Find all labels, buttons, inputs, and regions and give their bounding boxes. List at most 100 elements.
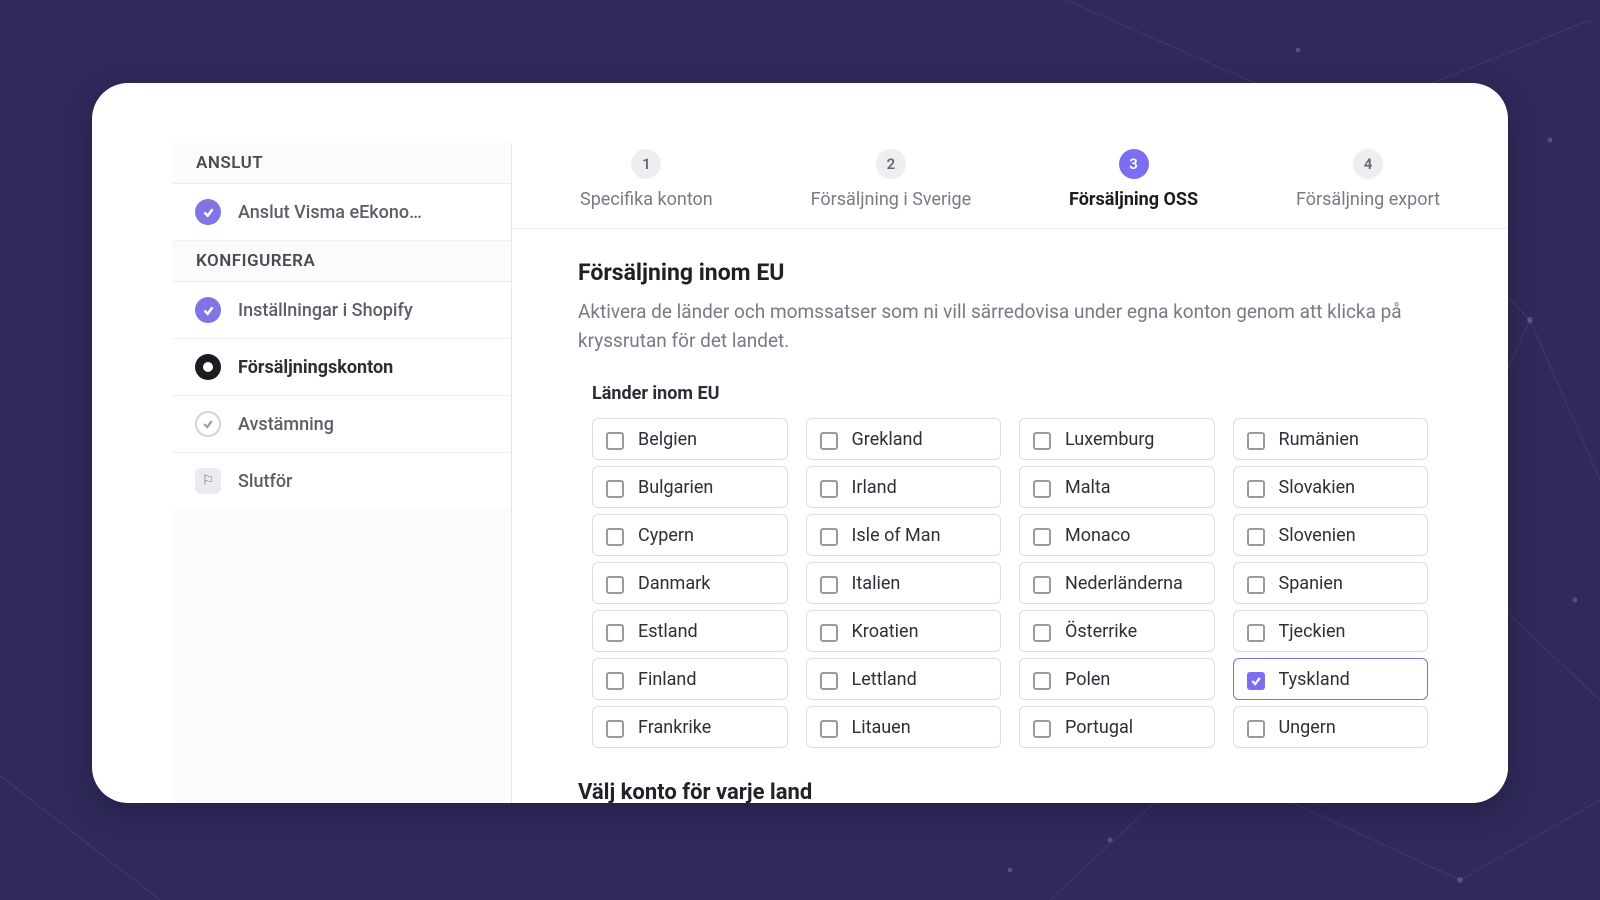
country-item[interactable]: Spanien — [1233, 562, 1429, 604]
country-label: Tyskland — [1279, 669, 1350, 690]
country-item[interactable]: Rumänien — [1233, 418, 1429, 460]
checkmark-filled-icon — [194, 296, 222, 324]
country-item[interactable]: Frankrike — [592, 706, 788, 748]
country-label: Italien — [852, 573, 901, 594]
country-label: Ungern — [1279, 717, 1336, 738]
sidebar-item-label: Försäljningskonton — [238, 357, 489, 378]
checkbox-icon — [1033, 672, 1051, 690]
country-item[interactable]: Cypern — [592, 514, 788, 556]
checkmark-filled-icon — [194, 198, 222, 226]
main-panel: 1Specifika konton 2 Försäljning i Sverige 3… — [512, 143, 1508, 803]
country-item[interactable]: Belgien — [592, 418, 788, 460]
country-item[interactable]: Slovakien — [1233, 466, 1429, 508]
checkbox-icon — [606, 528, 624, 546]
checkbox-icon — [820, 576, 838, 594]
checkbox-icon — [1033, 576, 1051, 594]
checkbox-icon — [820, 672, 838, 690]
country-label: Kroatien — [852, 621, 919, 642]
sidebar-item-avstamning[interactable]: Avstämning — [172, 396, 511, 453]
country-item[interactable]: Finland — [592, 658, 788, 700]
country-item[interactable]: Estland — [592, 610, 788, 652]
checkbox-icon — [820, 528, 838, 546]
step-number: 2 — [876, 149, 906, 179]
sidebar-item-label: Avstämning — [238, 414, 489, 435]
sidebar-section-connect: ANSLUT — [172, 143, 511, 184]
sidebar-item-forsaljningskonton[interactable]: Försäljningskonton — [172, 339, 511, 396]
checkbox-icon — [1247, 672, 1265, 690]
checkbox-icon — [820, 432, 838, 450]
sidebar-item-slutfor[interactable]: ⚐ Slutför — [172, 453, 511, 509]
country-label: Portugal — [1065, 717, 1133, 738]
country-label: Frankrike — [638, 717, 711, 738]
step-1[interactable]: 1Specifika konton — [580, 149, 713, 210]
country-item[interactable]: Luxemburg — [1019, 418, 1215, 460]
country-label: Nederländerna — [1065, 573, 1183, 594]
checkbox-icon — [606, 672, 624, 690]
sidebar-item-installningar[interactable]: Inställningar i Shopify — [172, 282, 511, 339]
checkbox-icon — [1033, 480, 1051, 498]
checkbox-icon — [606, 624, 624, 642]
country-item[interactable]: Bulgarien — [592, 466, 788, 508]
checkbox-icon — [1033, 528, 1051, 546]
country-label: Belgien — [638, 429, 697, 450]
country-item[interactable]: Litauen — [806, 706, 1002, 748]
step-label: Försäljning i Sverige — [811, 189, 972, 210]
checkbox-icon — [820, 720, 838, 738]
country-label: Litauen — [852, 717, 911, 738]
checkbox-icon — [606, 720, 624, 738]
step-number: 3 — [1119, 149, 1149, 179]
country-item[interactable]: Lettland — [806, 658, 1002, 700]
countries-label: Länder inom EU — [592, 383, 1442, 404]
step-2[interactable]: 2 Försäljning i Sverige — [811, 149, 972, 210]
country-label: Malta — [1065, 477, 1111, 498]
country-item[interactable]: Portugal — [1019, 706, 1215, 748]
checkbox-icon — [1033, 720, 1051, 738]
country-grid: Belgien Bulgarien Cypern Danmark Estland Finl… — [578, 418, 1442, 748]
country-item[interactable]: Kroatien — [806, 610, 1002, 652]
step-number: 4 — [1353, 149, 1383, 179]
country-item[interactable]: Ungern — [1233, 706, 1429, 748]
page-title: Försäljning inom EU — [578, 259, 1442, 286]
country-item[interactable]: Tjeckien — [1233, 610, 1429, 652]
checkbox-icon — [1247, 576, 1265, 594]
flag-icon: ⚐ — [194, 467, 222, 495]
checkbox-icon — [1033, 432, 1051, 450]
country-label: Lettland — [852, 669, 917, 690]
checkbox-icon — [1247, 480, 1265, 498]
checkbox-icon — [1247, 624, 1265, 642]
country-label: Danmark — [638, 573, 710, 594]
country-item[interactable]: Danmark — [592, 562, 788, 604]
country-item[interactable]: Grekland — [806, 418, 1002, 460]
sidebar-item-anslut-visma[interactable]: Anslut Visma eEkono… — [172, 184, 511, 241]
country-label: Slovenien — [1279, 525, 1356, 546]
checkmark-outline-icon — [194, 410, 222, 438]
sidebar-item-label: Inställningar i Shopify — [238, 300, 489, 321]
page-description: Aktivera de länder och momssatser som ni… — [578, 298, 1442, 355]
step-3[interactable]: 3 Försäljning OSS — [1069, 149, 1198, 210]
checkbox-icon — [606, 432, 624, 450]
country-item[interactable]: Tyskland — [1233, 658, 1429, 700]
country-label: Grekland — [852, 429, 923, 450]
step-4[interactable]: 4 Försäljning export — [1296, 149, 1440, 210]
config-card: ANSLUT Anslut Visma eEkono… KONFIGURERA … — [92, 83, 1508, 803]
step-label: Försäljning export — [1296, 189, 1440, 210]
country-item[interactable]: Nederländerna — [1019, 562, 1215, 604]
country-item[interactable]: Slovenien — [1233, 514, 1429, 556]
sidebar-section-configure: KONFIGURERA — [172, 241, 511, 282]
country-label: Spanien — [1279, 573, 1343, 594]
country-label: Bulgarien — [638, 477, 713, 498]
stepper: 1Specifika konton 2 Försäljning i Sverige 3… — [512, 143, 1508, 229]
country-item[interactable]: Polen — [1019, 658, 1215, 700]
step-label: Försäljning OSS — [1069, 189, 1198, 210]
content-area: Försäljning inom EU Aktivera de länder o… — [512, 229, 1508, 803]
step-number: 1 — [631, 149, 661, 179]
country-item[interactable]: Malta — [1019, 466, 1215, 508]
country-label: Monaco — [1065, 525, 1130, 546]
country-item[interactable]: Irland — [806, 466, 1002, 508]
country-item[interactable]: Österrike — [1019, 610, 1215, 652]
country-item[interactable]: Italien — [806, 562, 1002, 604]
country-item[interactable]: Monaco — [1019, 514, 1215, 556]
country-item[interactable]: Isle of Man — [806, 514, 1002, 556]
checkbox-icon — [606, 480, 624, 498]
checkbox-icon — [606, 576, 624, 594]
